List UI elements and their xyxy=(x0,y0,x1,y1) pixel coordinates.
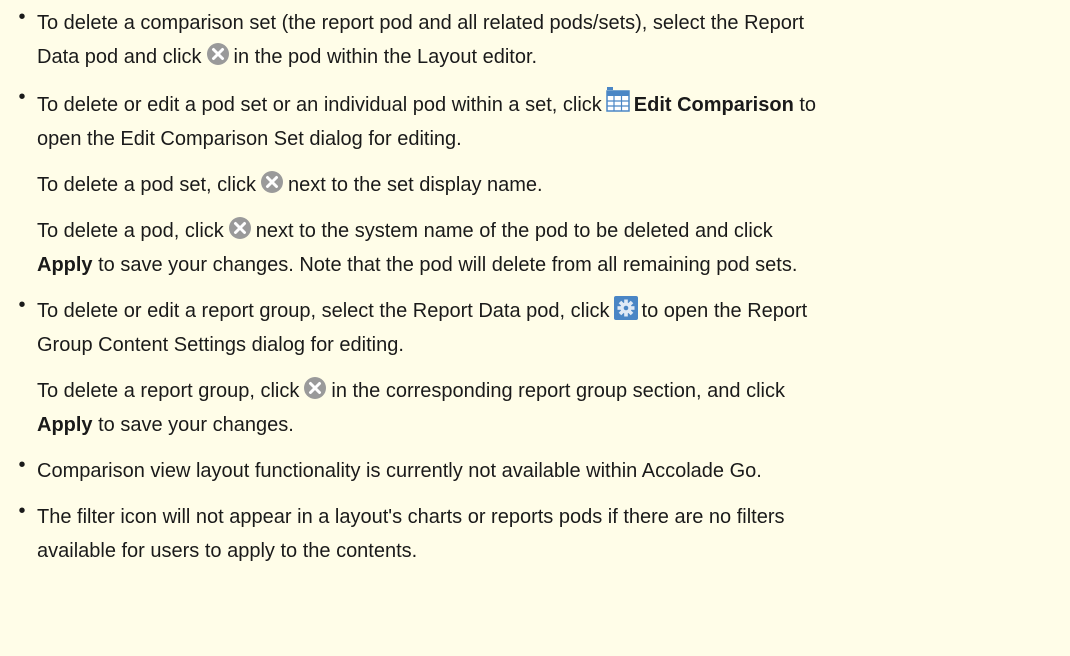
text-run: next to the set display name. xyxy=(288,174,543,196)
text-run: To delete or edit a pod set or an indivi… xyxy=(37,94,602,116)
text-run: To delete a pod, click xyxy=(37,220,224,242)
text-run: To delete or edit a report group, select… xyxy=(37,300,610,322)
text-run: next to the system name of the pod to be… xyxy=(255,220,773,242)
list-item: • The filter icon will not appear in a l… xyxy=(18,500,1058,568)
paragraph-line: To delete a comparison set (the report p… xyxy=(37,12,805,34)
bullet: • xyxy=(18,86,26,108)
paragraph-line: To delete a pod, click next to the system… xyxy=(37,214,1058,248)
paragraph-line: open the Edit Comparison Set dialog for … xyxy=(37,128,462,150)
bullet: • xyxy=(18,294,26,316)
apply-label: Apply xyxy=(37,414,93,436)
paragraph-line: Group Content Settings dialog for editin… xyxy=(37,334,404,356)
paragraph-line: To delete a report group, click in the co… xyxy=(37,374,1058,408)
table-grid-icon xyxy=(606,86,630,112)
paragraph-line: To delete or edit a pod set or an indivi… xyxy=(37,86,1058,122)
text-run: in the pod within the Layout editor. xyxy=(233,46,538,68)
text-run: to save your changes. Note that the pod … xyxy=(98,254,798,276)
paragraph-line: Apply to save your changes. xyxy=(37,408,1058,442)
gear-icon xyxy=(613,296,638,320)
text-run: to open the Report xyxy=(641,300,808,322)
text-run: in the corresponding report group sectio… xyxy=(331,380,785,402)
paragraph-line: Apply to save your changes. Note that th… xyxy=(37,248,1058,282)
bullet: • xyxy=(18,6,26,28)
bullet: • xyxy=(18,454,26,476)
close-circle-icon xyxy=(206,42,230,66)
paragraph-line: Data pod and click in the pod within the … xyxy=(37,40,1058,74)
paragraph-line: To delete or edit a report group, select… xyxy=(37,294,1058,328)
paragraph-line: The filter icon will not appear in a lay… xyxy=(37,506,785,528)
document-body: • To delete a comparison set (the report… xyxy=(0,0,1070,656)
list-item: • To delete or edit a report group, sele… xyxy=(18,294,1058,442)
apply-label: Apply xyxy=(37,254,93,276)
text-run: To delete a report group, click xyxy=(37,380,300,402)
list-item: • To delete or edit a pod set or an indi… xyxy=(18,86,1058,282)
close-circle-icon xyxy=(228,216,252,240)
bullet: • xyxy=(18,500,26,522)
list-item: • To delete a comparison set (the report… xyxy=(18,6,1058,74)
list-item: • Comparison view layout functionality i… xyxy=(18,454,1058,488)
text-run: To delete a pod set, click xyxy=(37,174,257,196)
text-run: Data pod and click xyxy=(37,46,202,68)
text-run: to save your changes. xyxy=(98,414,294,436)
close-circle-icon xyxy=(260,170,284,194)
close-circle-icon xyxy=(303,376,327,400)
edit-comparison-label: Edit Comparison xyxy=(633,94,794,116)
paragraph-line: Comparison view layout functionality is … xyxy=(37,460,762,482)
paragraph-line: To delete a pod set, click next to the se… xyxy=(37,168,1058,202)
text-run: to xyxy=(799,94,817,116)
paragraph-line: available for users to apply to the cont… xyxy=(37,540,418,562)
